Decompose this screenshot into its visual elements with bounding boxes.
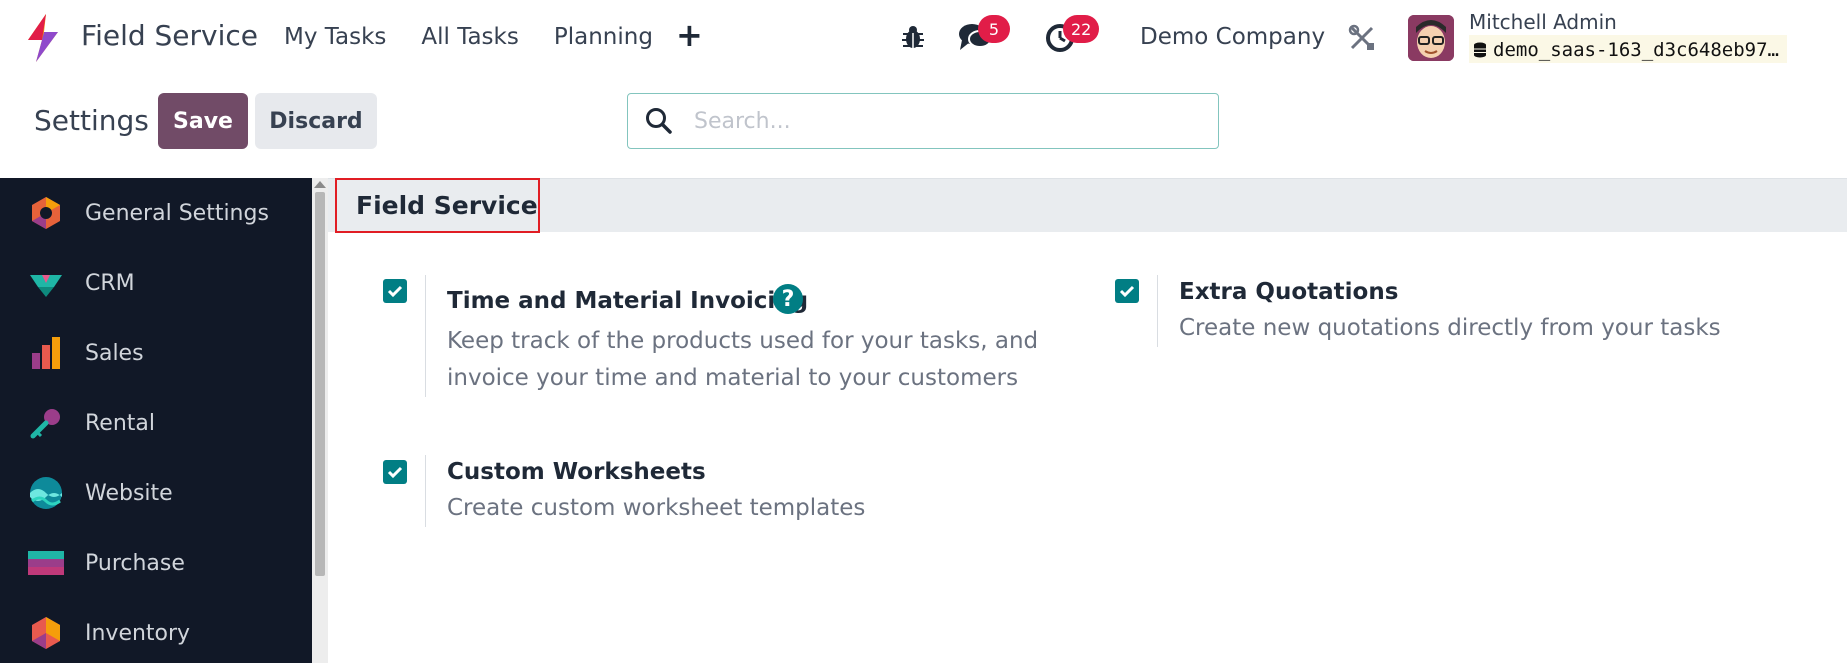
extra-quotations-checkbox[interactable]	[1115, 279, 1139, 303]
menu-all-tasks[interactable]: All Tasks	[421, 24, 518, 50]
sidebar-item-sales[interactable]: Sales	[0, 318, 312, 388]
section-title: Field Service	[335, 178, 540, 233]
sidebar-item-label: CRM	[85, 270, 135, 296]
custom-worksheets-title: Custom Worksheets	[447, 459, 706, 485]
company-switcher[interactable]: Demo Company	[1140, 24, 1325, 50]
time-material-invoicing-description-line-1: Keep track of the products used for your…	[447, 328, 1039, 354]
app-name[interactable]: Field Service	[81, 19, 258, 52]
time-material-invoicing-title: Time and Material Invoicing	[447, 288, 809, 314]
sidebar-item-label: General Settings	[85, 200, 269, 226]
save-button[interactable]: Save	[158, 93, 248, 149]
custom-worksheets-description: Create custom worksheet templates	[447, 495, 866, 521]
user-name[interactable]: Mitchell Admin	[1469, 10, 1617, 34]
tools-settings-icon[interactable]	[1348, 24, 1376, 52]
debug-bug-icon[interactable]	[900, 24, 926, 50]
sidebar-item-purchase[interactable]: Purchase	[0, 528, 312, 598]
time-material-invoicing-checkbox[interactable]	[383, 279, 407, 303]
menu-planning[interactable]: Planning	[554, 24, 653, 50]
scroll-up-arrow-icon[interactable]	[314, 181, 326, 188]
discard-button[interactable]: Discard	[255, 93, 377, 149]
sidebar-item-rental[interactable]: Rental	[0, 388, 312, 458]
sidebar-item-general-settings[interactable]: General Settings	[0, 178, 312, 248]
page-title: Settings	[34, 104, 149, 137]
crm-icon	[30, 275, 62, 297]
field-service-logo-icon[interactable]	[24, 14, 64, 62]
setting-divider	[1157, 275, 1158, 347]
help-question-icon[interactable]: ?	[773, 284, 803, 314]
activities-count-badge: 22	[1063, 15, 1100, 43]
sidebar-item-crm[interactable]: CRM	[0, 248, 312, 318]
sidebar-item-label: Sales	[85, 340, 144, 366]
menu-my-tasks[interactable]: My Tasks	[284, 24, 386, 50]
sidebar-item-label: Website	[85, 480, 173, 506]
setting-divider	[425, 275, 426, 397]
new-plus-icon[interactable]: +	[676, 16, 703, 54]
search-bar[interactable]	[627, 93, 1219, 149]
database-name: demo_saas-163_d3c648eb97…	[1469, 35, 1787, 63]
website-icon	[30, 477, 62, 509]
search-icon	[646, 108, 672, 134]
settings-app-sidebar: General Settings CRM Sales Rental Websit…	[0, 178, 312, 663]
time-material-invoicing-description-line-2: invoice your time and material to your c…	[447, 365, 1019, 391]
main-menu: My Tasks All Tasks Planning	[284, 24, 688, 50]
sidebar-item-label: Purchase	[85, 550, 185, 576]
search-input[interactable]	[694, 108, 1194, 134]
setting-divider	[425, 455, 426, 527]
sidebar-item-label: Rental	[85, 410, 155, 436]
general-settings-icon	[32, 197, 60, 229]
checkmark-icon	[1119, 285, 1135, 298]
messages-count-badge: 5	[978, 15, 1010, 43]
custom-worksheets-checkbox[interactable]	[383, 460, 407, 484]
sales-icon	[32, 337, 60, 369]
checkmark-icon	[387, 466, 403, 479]
rental-icon	[30, 409, 60, 439]
extra-quotations-description: Create new quotations directly from your…	[1179, 315, 1721, 341]
inventory-icon	[32, 617, 60, 649]
database-label: demo_saas-163_d3c648eb97…	[1493, 39, 1779, 61]
top-navbar: Field Service My Tasks All Tasks Plannin…	[0, 0, 1847, 76]
database-icon	[1474, 42, 1486, 58]
sidebar-item-inventory[interactable]: Inventory	[0, 598, 312, 663]
sidebar-item-label: Inventory	[85, 620, 191, 646]
checkmark-icon	[387, 285, 403, 298]
scrollbar-thumb[interactable]	[315, 192, 325, 576]
user-avatar[interactable]	[1408, 15, 1454, 61]
purchase-icon	[28, 551, 64, 575]
extra-quotations-title: Extra Quotations	[1179, 279, 1399, 305]
sidebar-item-website[interactable]: Website	[0, 458, 312, 528]
section-header-band	[328, 178, 1847, 232]
